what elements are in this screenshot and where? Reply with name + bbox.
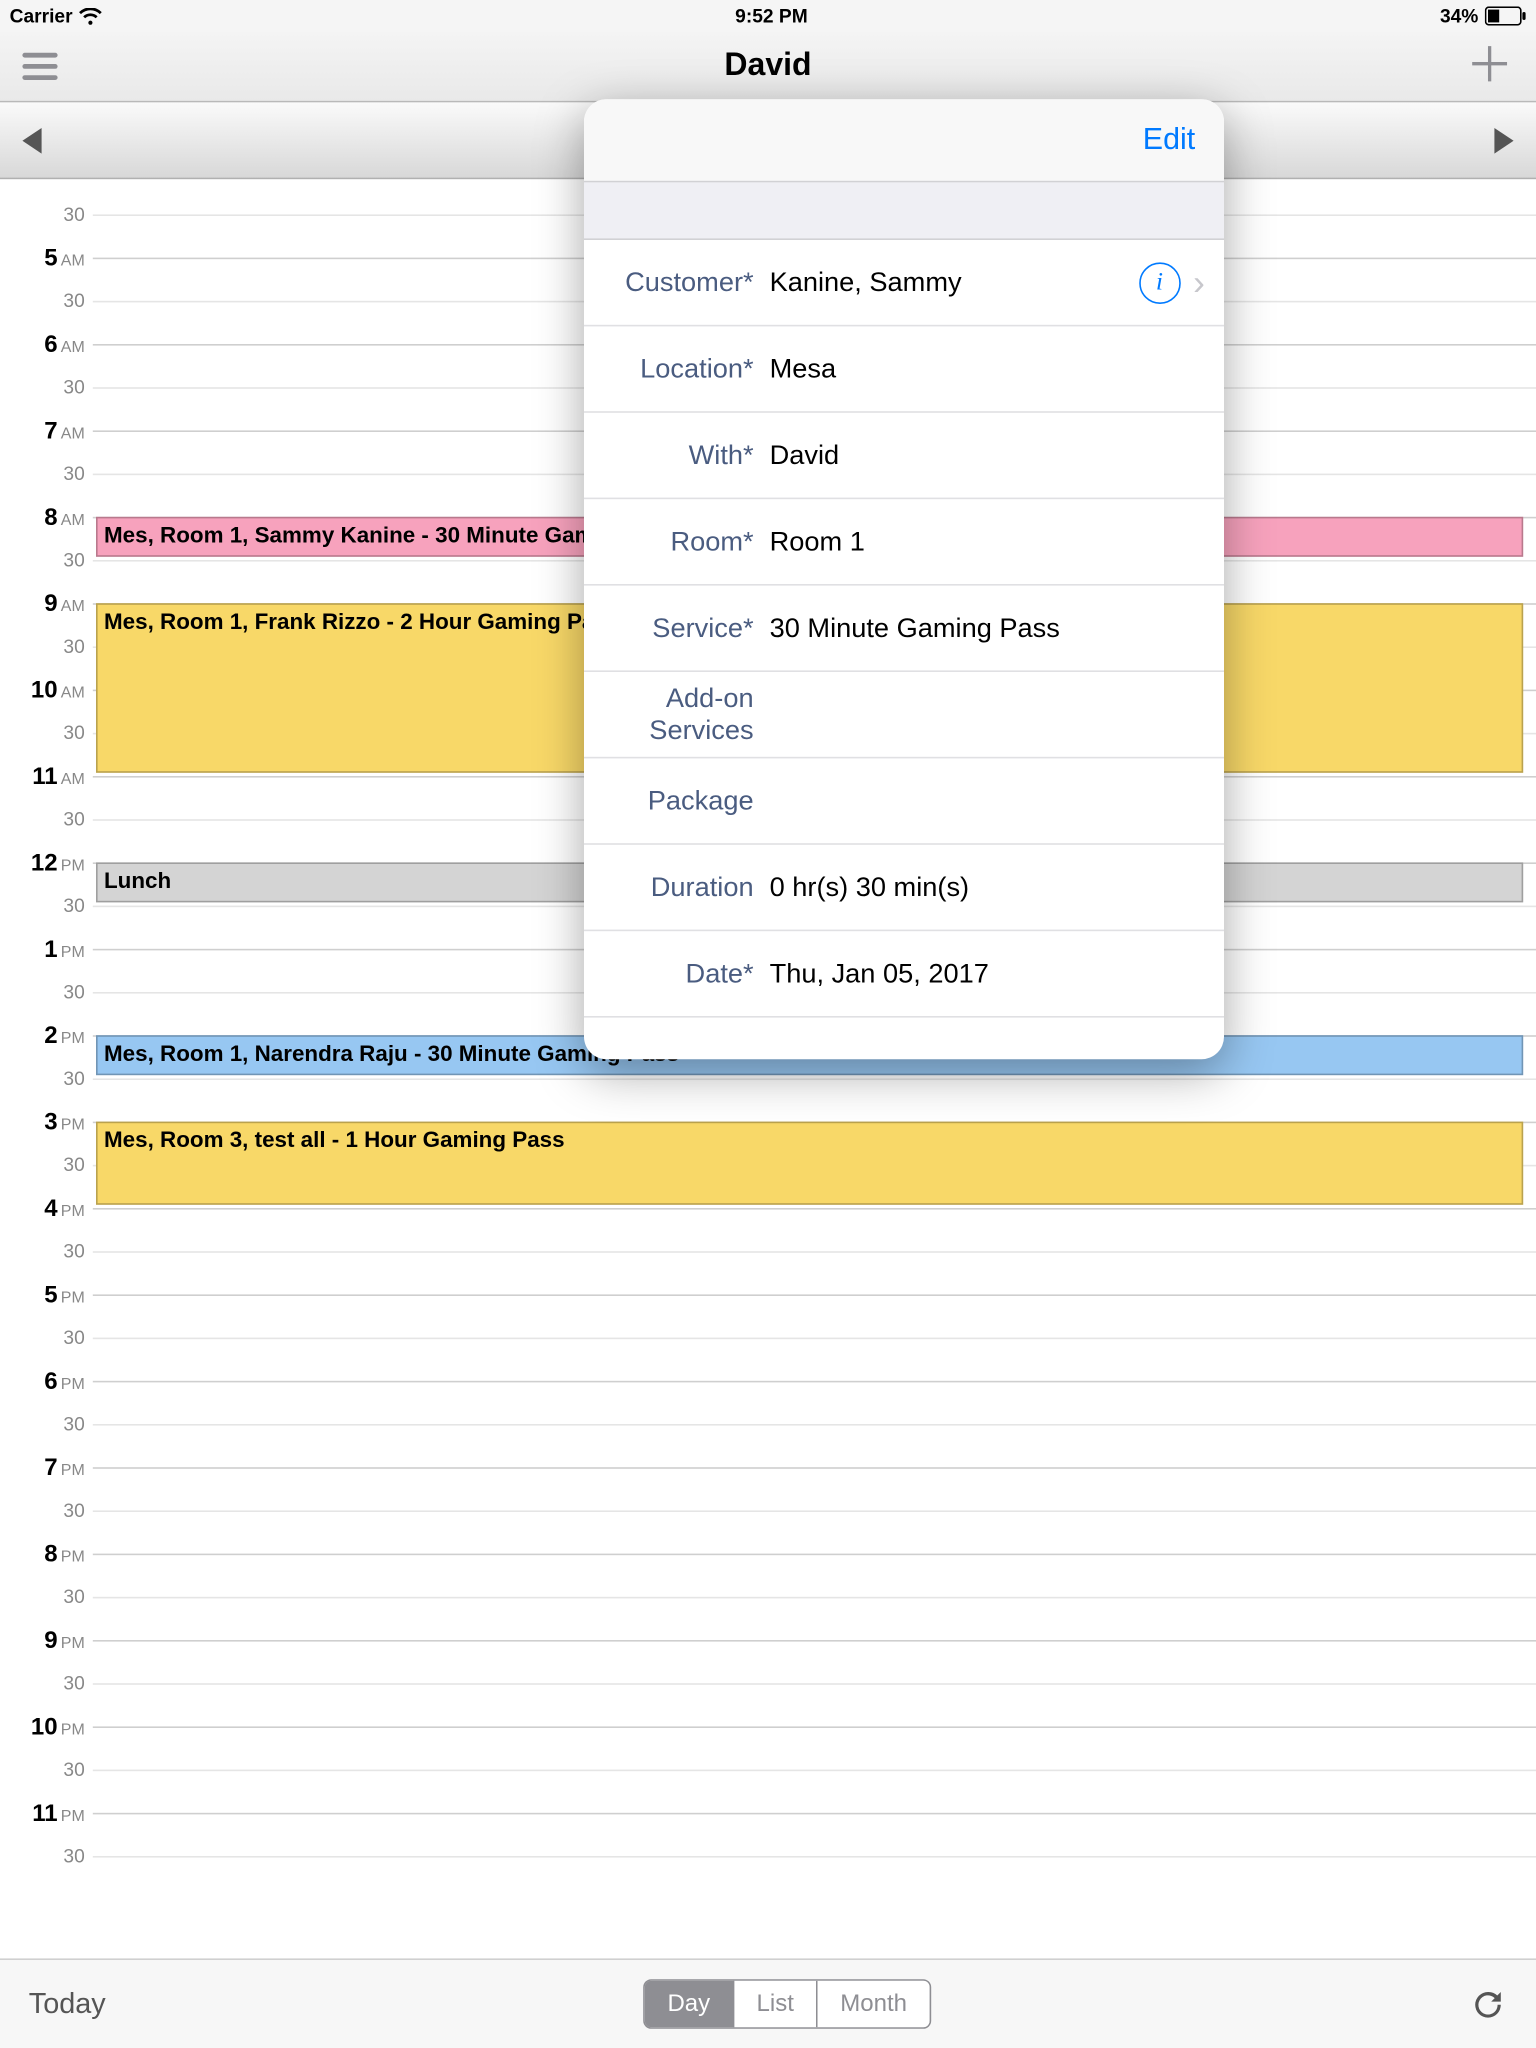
status-bar: Carrier 9:52 PM 34% bbox=[0, 0, 1536, 32]
detail-row-value: Thu, Jan 05, 2017 bbox=[770, 958, 1205, 990]
hour-label: 3PM bbox=[0, 1109, 85, 1136]
wifi-icon bbox=[79, 7, 103, 25]
detail-row: Package bbox=[584, 758, 1224, 844]
chevron-right-icon: › bbox=[1193, 262, 1205, 304]
next-day-button[interactable] bbox=[1494, 127, 1513, 153]
bottom-toolbar: Today DayListMonth bbox=[0, 1958, 1536, 2048]
nav-bar: David ＋ bbox=[0, 32, 1536, 102]
info-icon[interactable]: i bbox=[1139, 262, 1181, 304]
hour-label: 11PM bbox=[0, 1800, 85, 1827]
half-hour-label: 30 bbox=[0, 981, 85, 1003]
appointment-detail-popover: Edit Customer*Kanine, Sammyi › Location*Me… bbox=[584, 99, 1224, 1059]
hour-label: 9PM bbox=[0, 1627, 85, 1654]
hour-label: 2PM bbox=[0, 1022, 85, 1049]
add-button[interactable]: ＋ bbox=[1466, 42, 1514, 90]
detail-row-label: Duration bbox=[613, 871, 770, 903]
hour-label: 12PM bbox=[0, 850, 85, 877]
edit-button[interactable]: Edit bbox=[1143, 122, 1195, 157]
detail-row-value: 0 hr(s) 30 min(s) bbox=[770, 871, 1205, 903]
half-hour-label: 30 bbox=[0, 1154, 85, 1176]
hour-label: 9AM bbox=[0, 590, 85, 617]
menu-button[interactable] bbox=[22, 53, 57, 80]
detail-row-label: Add-on Services bbox=[613, 682, 770, 746]
half-hour-label: 30 bbox=[0, 290, 85, 312]
half-hour-label: 30 bbox=[0, 376, 85, 398]
half-hour-label: 30 bbox=[0, 1413, 85, 1435]
segment-list[interactable]: List bbox=[734, 1981, 818, 2027]
detail-row-label: Room* bbox=[613, 526, 770, 558]
page-title: David bbox=[0, 48, 1536, 85]
half-hour-label: 30 bbox=[0, 1758, 85, 1780]
detail-row: Room*Room 1 bbox=[584, 499, 1224, 585]
half-hour-label: 30 bbox=[0, 894, 85, 916]
detail-row-value: Kanine, Sammy bbox=[770, 266, 1139, 298]
detail-row-label: Customer* bbox=[613, 266, 770, 298]
view-segmented-control[interactable]: DayListMonth bbox=[643, 1979, 931, 2029]
half-hour-label: 30 bbox=[0, 1586, 85, 1608]
segment-month[interactable]: Month bbox=[818, 1981, 930, 2027]
prev-day-button[interactable] bbox=[22, 127, 41, 153]
status-time: 9:52 PM bbox=[735, 5, 808, 27]
half-hour-label: 30 bbox=[0, 1672, 85, 1694]
detail-row-value: Mesa bbox=[770, 353, 1205, 385]
detail-row-value: Room 1 bbox=[770, 526, 1205, 558]
hour-label: 10AM bbox=[0, 677, 85, 704]
half-hour-label: 30 bbox=[0, 1326, 85, 1348]
half-hour-label: 30 bbox=[0, 549, 85, 571]
half-hour-label: 30 bbox=[0, 1067, 85, 1089]
detail-row-label: Location* bbox=[613, 353, 770, 385]
detail-row: Service*30 Minute Gaming Pass bbox=[584, 586, 1224, 672]
hour-label: 7AM bbox=[0, 418, 85, 445]
hour-label: 8AM bbox=[0, 504, 85, 531]
calendar-event[interactable]: Mes, Room 3, test all - 1 Hour Gaming Pa… bbox=[96, 1122, 1523, 1205]
hour-label: 5AM bbox=[0, 245, 85, 272]
today-button[interactable]: Today bbox=[29, 1987, 106, 2021]
detail-row[interactable]: Customer*Kanine, Sammyi › bbox=[584, 240, 1224, 326]
detail-row-label: Service* bbox=[613, 612, 770, 644]
detail-row: Add-on Services bbox=[584, 672, 1224, 758]
half-hour-label: 30 bbox=[0, 1845, 85, 1867]
hour-label: 8PM bbox=[0, 1541, 85, 1568]
popover-section-gap bbox=[584, 182, 1224, 240]
hour-label: 4AM bbox=[0, 179, 85, 185]
hour-label: 11AM bbox=[0, 763, 85, 790]
refresh-button[interactable] bbox=[1469, 1985, 1507, 2023]
detail-row-label: With* bbox=[613, 439, 770, 471]
detail-row: Date*Thu, Jan 05, 2017 bbox=[584, 931, 1224, 1017]
carrier-label: Carrier bbox=[10, 5, 73, 27]
half-hour-label: 30 bbox=[0, 1499, 85, 1521]
half-hour-label: 30 bbox=[0, 203, 85, 225]
hour-label: 10PM bbox=[0, 1714, 85, 1741]
half-hour-label: 30 bbox=[0, 1240, 85, 1262]
detail-row-value: David bbox=[770, 439, 1205, 471]
half-hour-label: 30 bbox=[0, 462, 85, 484]
detail-row-value: 30 Minute Gaming Pass bbox=[770, 612, 1205, 644]
detail-row-label: Package bbox=[613, 785, 770, 817]
hour-label: 7PM bbox=[0, 1454, 85, 1481]
segment-day[interactable]: Day bbox=[645, 1981, 734, 2027]
battery-icon bbox=[1485, 6, 1527, 25]
half-hour-label: 30 bbox=[0, 722, 85, 744]
detail-row: Location*Mesa bbox=[584, 326, 1224, 412]
popover-header: Edit bbox=[584, 99, 1224, 182]
half-hour-label: 30 bbox=[0, 635, 85, 657]
detail-row-label: Date* bbox=[613, 958, 770, 990]
half-hour-label: 30 bbox=[0, 808, 85, 830]
detail-row: Duration0 hr(s) 30 min(s) bbox=[584, 845, 1224, 931]
battery-percent: 34% bbox=[1440, 5, 1478, 27]
hour-label: 4PM bbox=[0, 1195, 85, 1222]
popover-body[interactable]: Customer*Kanine, Sammyi›Location*MesaWit… bbox=[584, 240, 1224, 1059]
hour-label: 5PM bbox=[0, 1282, 85, 1309]
hour-label: 6PM bbox=[0, 1368, 85, 1395]
detail-row: With*David bbox=[584, 413, 1224, 499]
hour-label: 1PM bbox=[0, 936, 85, 963]
hour-label: 6AM bbox=[0, 331, 85, 358]
